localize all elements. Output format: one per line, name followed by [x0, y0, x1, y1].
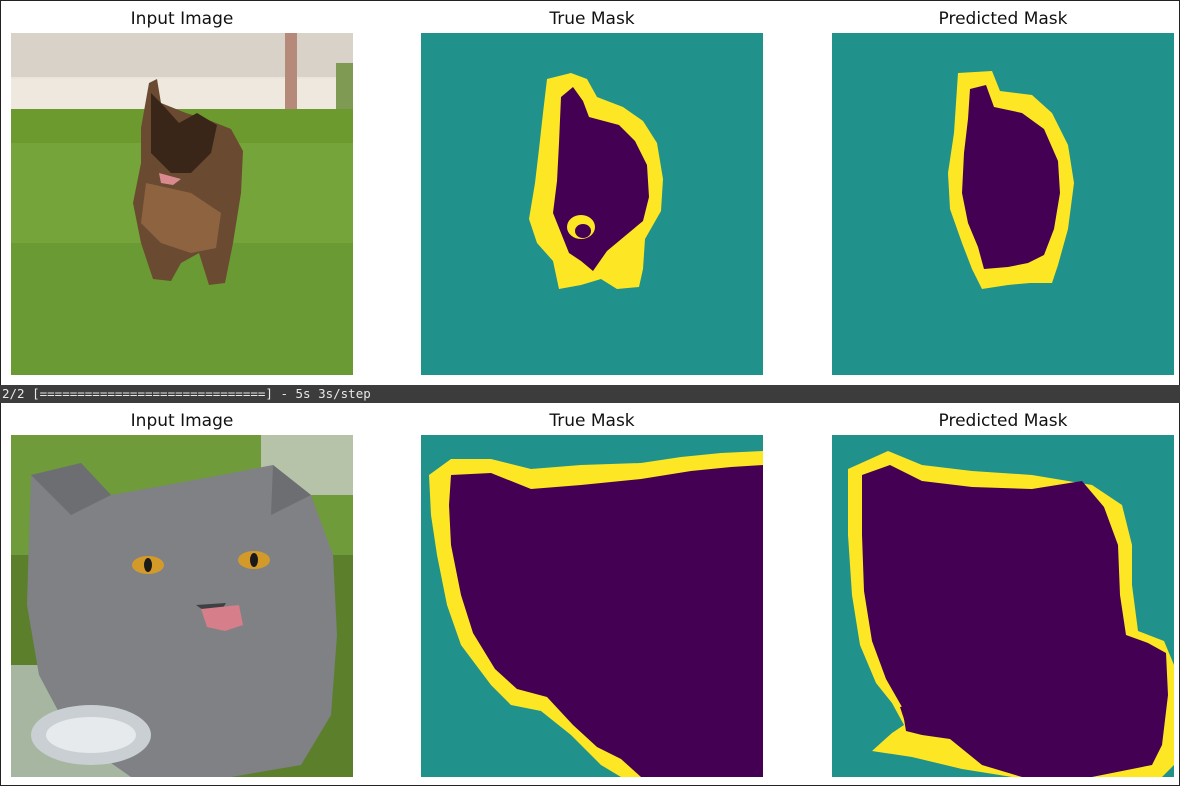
input-image-title: Input Image	[130, 9, 234, 29]
progress-log-line: 2/2 [==============================] - 5…	[0, 385, 1180, 403]
figure-1: Input Image True Mask Predicted Mask	[1, 1, 1179, 384]
predicted-mask-title: Predicted Mask	[938, 411, 1068, 431]
input-image-dog	[11, 33, 353, 375]
input-image-title: Input Image	[130, 411, 234, 431]
predicted-mask-title: Predicted Mask	[938, 9, 1068, 29]
true-mask-title: True Mask	[549, 9, 635, 29]
predicted-mask-dog	[832, 33, 1174, 375]
true-mask-title: True Mask	[549, 411, 635, 431]
true-mask-cat	[421, 435, 763, 777]
predicted-mask-cat	[832, 435, 1174, 777]
true-mask-dog	[421, 33, 763, 375]
input-image-cat	[11, 435, 353, 777]
figure-2: Input Image True Mask Predicted Mask	[1, 403, 1179, 785]
